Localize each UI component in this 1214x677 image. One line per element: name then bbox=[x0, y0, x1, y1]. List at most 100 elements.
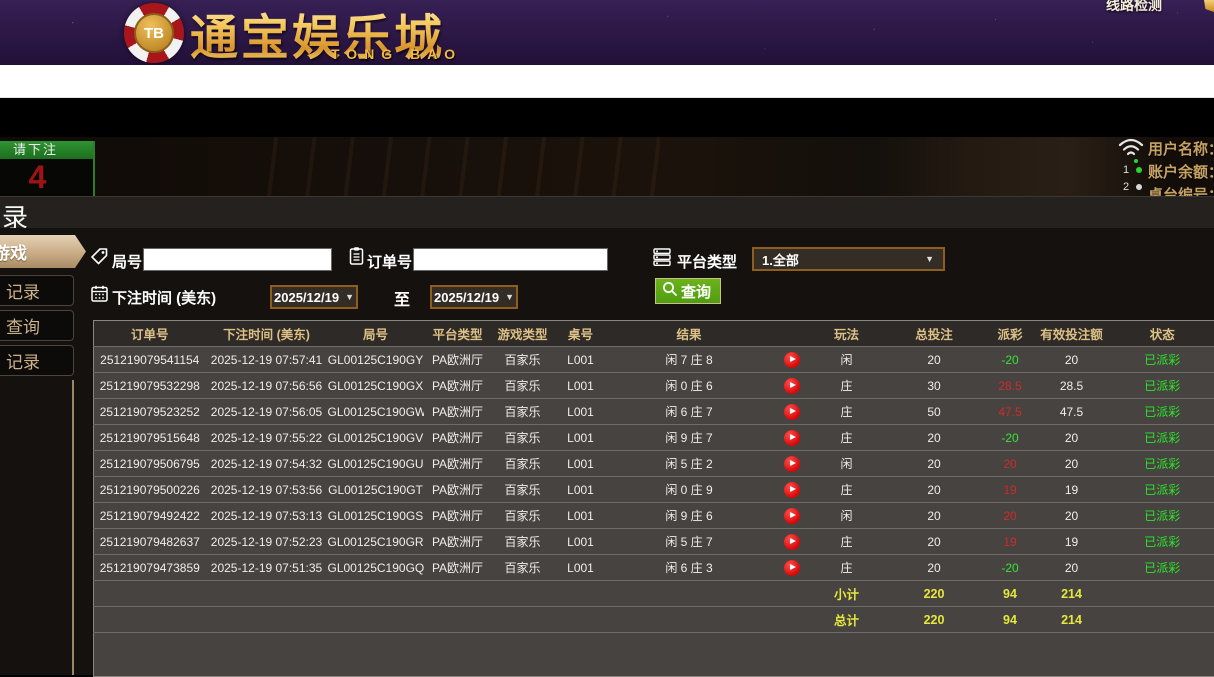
col-play: 玩法 bbox=[813, 321, 881, 347]
cell-result: 闲 0 庄 9 bbox=[608, 477, 771, 503]
cell-total-bet: 20 bbox=[881, 529, 988, 555]
cell-valid-bet: 20 bbox=[1033, 425, 1111, 451]
platform-type-label: 平台类型 bbox=[677, 251, 737, 272]
cell-game-type: 百家乐 bbox=[492, 477, 554, 503]
play-icon[interactable] bbox=[784, 508, 800, 524]
replay-cell bbox=[771, 529, 813, 555]
cell-payout: 28.5 bbox=[988, 373, 1033, 399]
platform-select[interactable]: 1.全部 ▼ bbox=[752, 247, 945, 271]
records-table: 订单号 下注时间 (美东) 局号 平台类型 游戏类型 桌号 结果 玩法 总投注 … bbox=[93, 320, 1214, 677]
cell-play: 庄 bbox=[813, 373, 881, 399]
cell-valid-bet: 20 bbox=[1033, 503, 1111, 529]
white-strip bbox=[0, 65, 1214, 98]
replay-cell bbox=[771, 477, 813, 503]
sidebar-item-records[interactable]: 记录 bbox=[0, 275, 74, 306]
replay-cell bbox=[771, 503, 813, 529]
grand-total-payout: 94 bbox=[988, 607, 1033, 633]
play-icon[interactable] bbox=[784, 456, 800, 472]
search-button[interactable]: 查询 bbox=[655, 278, 721, 304]
chevron-down-icon: ▼ bbox=[925, 254, 934, 264]
grand-total-valid-bet: 214 bbox=[1033, 607, 1111, 633]
round-number-input[interactable] bbox=[143, 248, 332, 271]
cell-play: 庄 bbox=[813, 529, 881, 555]
date-range-to-label: 至 bbox=[394, 286, 410, 310]
cell-total-bet: 20 bbox=[881, 503, 988, 529]
play-icon[interactable] bbox=[784, 352, 800, 368]
cell-play: 庄 bbox=[813, 399, 881, 425]
subtotal-payout: 94 bbox=[988, 581, 1033, 607]
cell-table-no: L001 bbox=[554, 477, 608, 503]
top-header: TB 通宝娱乐城 TONG BAO 线路检测 bbox=[0, 0, 1214, 65]
cell-total-bet: 20 bbox=[881, 555, 988, 581]
play-icon[interactable] bbox=[784, 482, 800, 498]
cell-order-no: 251219079492422 bbox=[94, 503, 206, 529]
col-bet-time: 下注时间 (美东) bbox=[206, 321, 328, 347]
tag-icon bbox=[90, 247, 109, 271]
chevron-down-icon: ▼ bbox=[345, 292, 354, 302]
date-to-select[interactable]: 2025/12/19 ▼ bbox=[430, 285, 518, 309]
subtotal-row: 小计 220 94 214 bbox=[94, 581, 1214, 607]
table-row: 2512190794924222025-12-19 07:53:13GL0012… bbox=[94, 503, 1214, 529]
cell-game-type: 百家乐 bbox=[492, 399, 554, 425]
sidebar-item-history[interactable]: 记录 bbox=[0, 345, 74, 376]
line-check-link[interactable]: 线路检测 bbox=[1106, 0, 1162, 15]
cell-platform: PA欧洲厅 bbox=[424, 399, 492, 425]
play-icon[interactable] bbox=[784, 560, 800, 576]
cell-bet-time: 2025-12-19 07:52:23 bbox=[206, 529, 328, 555]
date-from-select[interactable]: 2025/12/19 ▼ bbox=[270, 285, 358, 309]
cell-round-no: GL00125C190GX bbox=[328, 373, 424, 399]
play-icon[interactable] bbox=[784, 404, 800, 420]
cell-result: 闲 0 庄 6 bbox=[608, 373, 771, 399]
cell-play: 庄 bbox=[813, 477, 881, 503]
cell-valid-bet: 20 bbox=[1033, 555, 1111, 581]
seat-status-dot bbox=[1136, 167, 1142, 173]
cell-platform: PA欧洲厅 bbox=[424, 477, 492, 503]
cell-order-no: 251219079515648 bbox=[94, 425, 206, 451]
account-balance-label: 账户余额： bbox=[1148, 161, 1214, 182]
play-icon[interactable] bbox=[784, 430, 800, 446]
replay-cell bbox=[771, 555, 813, 581]
cell-round-no: GL00125C190GY bbox=[328, 347, 424, 373]
cell-payout: 19 bbox=[988, 529, 1033, 555]
sidebar-item-query[interactable]: 查询 bbox=[0, 310, 74, 341]
countdown-timer: 4 bbox=[0, 159, 75, 195]
grand-total-row: 总计 220 94 214 bbox=[94, 607, 1214, 633]
sidebar-item-label: 记录 bbox=[6, 348, 40, 373]
cell-status: 已派彩 bbox=[1111, 373, 1214, 399]
platform-select-value: 1.全部 bbox=[762, 250, 799, 269]
cell-total-bet: 20 bbox=[881, 451, 988, 477]
col-valid-bet: 有效投注额 bbox=[1033, 321, 1111, 347]
cell-result: 闲 5 庄 7 bbox=[608, 529, 771, 555]
cell-status: 已派彩 bbox=[1111, 425, 1214, 451]
sidebar-item-game[interactable]: 游戏 bbox=[0, 235, 86, 268]
col-table-no: 桌号 bbox=[554, 321, 608, 347]
cell-round-no: GL00125C190GW bbox=[328, 399, 424, 425]
col-total-bet: 总投注 bbox=[881, 321, 988, 347]
top-right-fragment-icon bbox=[1204, 0, 1214, 12]
subtotal-label: 小计 bbox=[813, 581, 881, 607]
cell-platform: PA欧洲厅 bbox=[424, 529, 492, 555]
order-number-input[interactable] bbox=[413, 248, 608, 271]
play-icon[interactable] bbox=[784, 534, 800, 550]
cell-payout: 20 bbox=[988, 451, 1033, 477]
play-icon[interactable] bbox=[784, 378, 800, 394]
cell-payout: 19 bbox=[988, 477, 1033, 503]
cell-payout: 47.5 bbox=[988, 399, 1033, 425]
cell-table-no: L001 bbox=[554, 555, 608, 581]
calendar-icon bbox=[90, 284, 109, 308]
cell-total-bet: 50 bbox=[881, 399, 988, 425]
cell-bet-time: 2025-12-19 07:57:41 bbox=[206, 347, 328, 373]
cell-game-type: 百家乐 bbox=[492, 373, 554, 399]
seat-number: 2 bbox=[1123, 181, 1129, 193]
platform-icon bbox=[652, 247, 672, 272]
cell-valid-bet: 19 bbox=[1033, 529, 1111, 555]
cell-payout: -20 bbox=[988, 425, 1033, 451]
cell-bet-time: 2025-12-19 07:56:56 bbox=[206, 373, 328, 399]
cell-total-bet: 20 bbox=[881, 477, 988, 503]
cell-round-no: GL00125C190GS bbox=[328, 503, 424, 529]
cell-table-no: L001 bbox=[554, 529, 608, 555]
search-icon bbox=[662, 281, 678, 301]
sidebar-item-label: 记录 bbox=[6, 278, 40, 303]
sidebar-divider bbox=[72, 380, 74, 675]
cell-status: 已派彩 bbox=[1111, 529, 1214, 555]
